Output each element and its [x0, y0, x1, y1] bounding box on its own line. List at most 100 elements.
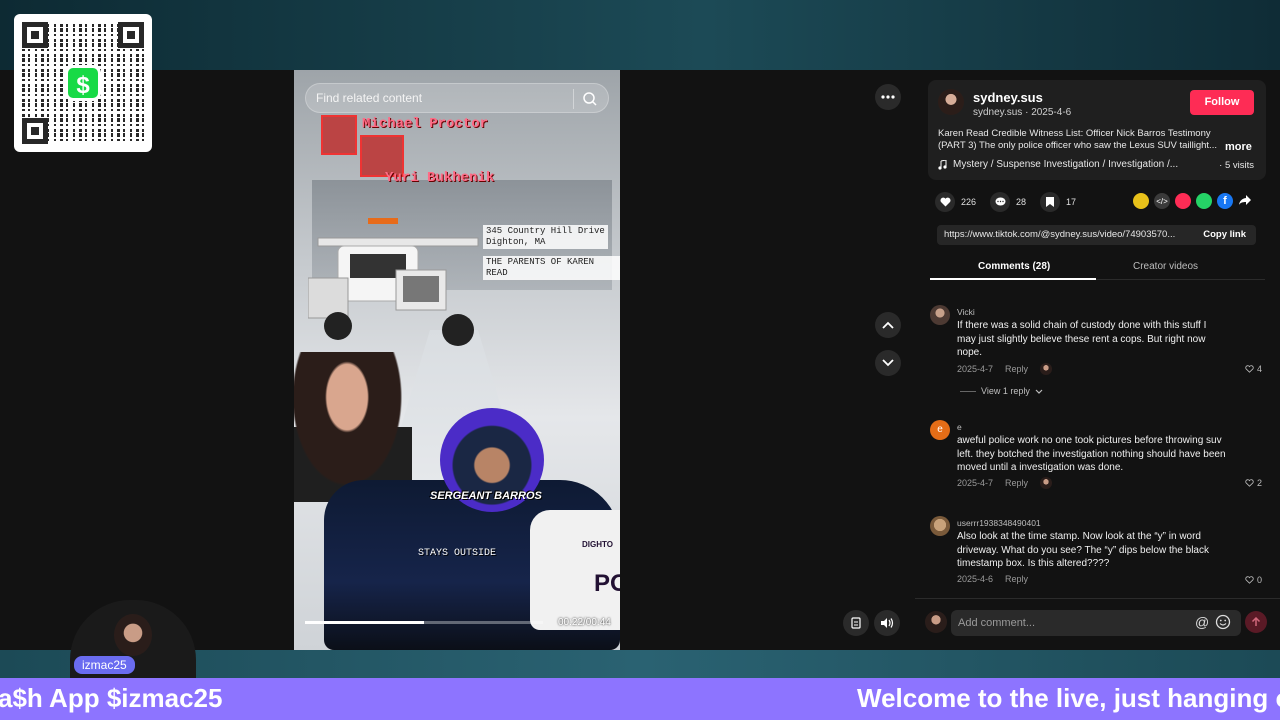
heart-outline-icon — [1245, 576, 1254, 584]
post-comment-button[interactable] — [1245, 611, 1267, 633]
video-description: Karen Read Credible Witness List: Office… — [938, 128, 1217, 151]
music-title: Mystery / Suspense Investigation / Inves… — [953, 159, 1179, 170]
comment-item: userrr1938348490401 Also look at the tim… — [930, 516, 1270, 596]
comment-date: 2025-4-7 — [957, 478, 994, 488]
streamer-face — [114, 614, 152, 656]
reply-button[interactable]: Reply — [1005, 574, 1028, 584]
author-handle: sydney.sus — [973, 107, 1023, 118]
captions-button[interactable] — [843, 610, 869, 636]
mention-button[interactable]: @ — [1195, 614, 1209, 630]
next-video-button[interactable] — [875, 350, 901, 376]
bookmark-count: 17 — [1066, 197, 1077, 207]
cash-app-qr-code: $ — [14, 14, 152, 152]
video-link-url: https://www.tiktok.com/@sydney.sus/video… — [944, 229, 1176, 240]
comment-username[interactable]: Vicki — [957, 307, 975, 317]
more-description-link[interactable]: more — [1225, 141, 1252, 153]
comment-composer: @ — [915, 598, 1280, 650]
address-line2: Dighton, MA — [486, 237, 546, 247]
like-button[interactable] — [935, 192, 955, 212]
find-related-search[interactable]: Find related content — [305, 83, 609, 113]
reply-button[interactable]: Reply — [1005, 364, 1028, 374]
comment-like-button[interactable]: 0 — [1245, 575, 1262, 585]
facebook-icon[interactable]: f — [1217, 193, 1233, 209]
qr-finder — [118, 22, 144, 48]
visit-count: · 5 visits — [1219, 160, 1254, 171]
left-background — [0, 70, 294, 650]
emoji-icon[interactable] — [1215, 614, 1231, 630]
comment-avatar[interactable]: e — [930, 420, 950, 440]
tow-truck-image — [308, 218, 479, 346]
name-label-proctor: Michael Proctor — [362, 116, 489, 132]
heart-outline-icon — [1245, 365, 1254, 373]
bookmark-icon — [1046, 197, 1055, 207]
send-icon[interactable] — [1175, 193, 1191, 209]
reply-button[interactable]: Reply — [1005, 478, 1028, 488]
active-tab-indicator — [930, 278, 1096, 280]
current-user-avatar — [925, 611, 947, 633]
view-replies-button[interactable]: View 1 reply — [960, 386, 1043, 396]
comment-text: aweful police work no one took pictures … — [957, 435, 1226, 473]
author-meta: sydney.sus · 2025-4-6 — [973, 107, 1072, 118]
qr-finder — [22, 118, 48, 144]
previous-video-button[interactable] — [875, 312, 901, 338]
ticker-text-right: Welcome to the live, just hanging ou — [857, 683, 1280, 713]
follow-button[interactable]: Follow — [1190, 90, 1254, 115]
comment-like-button[interactable]: 4 — [1245, 364, 1262, 374]
tab-comments[interactable]: Comments (28) — [978, 261, 1050, 272]
video-link-box[interactable]: https://www.tiktok.com/@sydney.sus/video… — [937, 225, 1256, 245]
captions-icon — [851, 617, 861, 629]
comment-item: Vicki If there was a solid chain of cust… — [930, 305, 1270, 405]
stream-top-band — [0, 0, 1280, 70]
comment-username[interactable]: e — [957, 422, 962, 432]
post-date: 2025-4-6 — [1031, 107, 1072, 118]
police-car-lettering: PO — [594, 570, 620, 597]
volume-button[interactable] — [874, 610, 900, 636]
author-avatar[interactable] — [938, 89, 964, 115]
comment-like-button[interactable]: 2 — [1245, 478, 1262, 488]
comment-item: e e aweful police work no one took pictu… — [930, 420, 1270, 500]
address-caption: 345 Country Hill Drive Dighton, MA — [483, 225, 608, 249]
comment-date: 2025-4-6 — [957, 574, 994, 584]
view-replies-label: View 1 reply — [981, 386, 1030, 396]
ticker-text-left: a$h App $izmac25 — [0, 683, 223, 713]
author-name[interactable]: sydney.sus — [973, 90, 1043, 105]
comment-like-count: 4 — [1256, 364, 1262, 374]
share-icons: </> f — [1133, 193, 1252, 209]
comment-username[interactable]: userrr1938348490401 — [957, 518, 1041, 528]
comment-text: If there was a solid chain of custody do… — [957, 320, 1207, 358]
comment-avatar[interactable] — [930, 516, 950, 536]
video-progress-fill — [305, 621, 424, 624]
comment-button[interactable] — [990, 192, 1011, 212]
police-car-text: DIGHTO — [582, 540, 613, 549]
more-dots-icon — [881, 95, 895, 99]
whatsapp-icon[interactable] — [1196, 193, 1212, 209]
more-options-button[interactable] — [875, 84, 901, 110]
copy-link-button[interactable]: Copy link — [1203, 225, 1246, 245]
video-player[interactable]: Find related content Michael Proctor Yur… — [294, 70, 620, 650]
music-info[interactable]: Mystery / Suspense Investigation / Inves… — [938, 159, 1178, 170]
video-progress-bar[interactable] — [305, 621, 543, 624]
volume-icon — [881, 618, 894, 628]
search-icon[interactable] — [582, 91, 598, 107]
parents-caption: THE PARENTS OF KAREN READ — [483, 256, 620, 280]
streamer-avatar: izmac25 — [70, 600, 196, 678]
address-line1: 345 Country Hill Drive — [486, 226, 605, 236]
embed-code-icon[interactable]: </> — [1154, 193, 1170, 209]
tab-creator-videos[interactable]: Creator videos — [1133, 261, 1198, 272]
comment-avatar[interactable] — [930, 305, 950, 325]
bookmark-button[interactable] — [1040, 192, 1061, 212]
video-info-card: sydney.sus sydney.sus · 2025-4-6 Follow … — [928, 80, 1266, 180]
chevron-down-icon — [882, 359, 894, 367]
creator-liked-avatar — [1040, 363, 1053, 375]
chevron-down-icon — [1035, 389, 1043, 394]
chevron-up-icon — [882, 321, 894, 329]
comment-meta: 2025-4-7 Reply — [957, 363, 1053, 375]
qr-pattern: $ — [22, 22, 144, 144]
share-arrow-icon[interactable] — [1238, 193, 1252, 207]
middle-background — [620, 70, 915, 650]
video-timecode: 00:22/00:44 — [558, 617, 611, 628]
heart-outline-icon — [1245, 479, 1254, 487]
comment-meta: 2025-4-7 Reply — [957, 477, 1053, 489]
coin-icon[interactable] — [1133, 193, 1149, 209]
comment-like-count: 0 — [1256, 575, 1262, 585]
